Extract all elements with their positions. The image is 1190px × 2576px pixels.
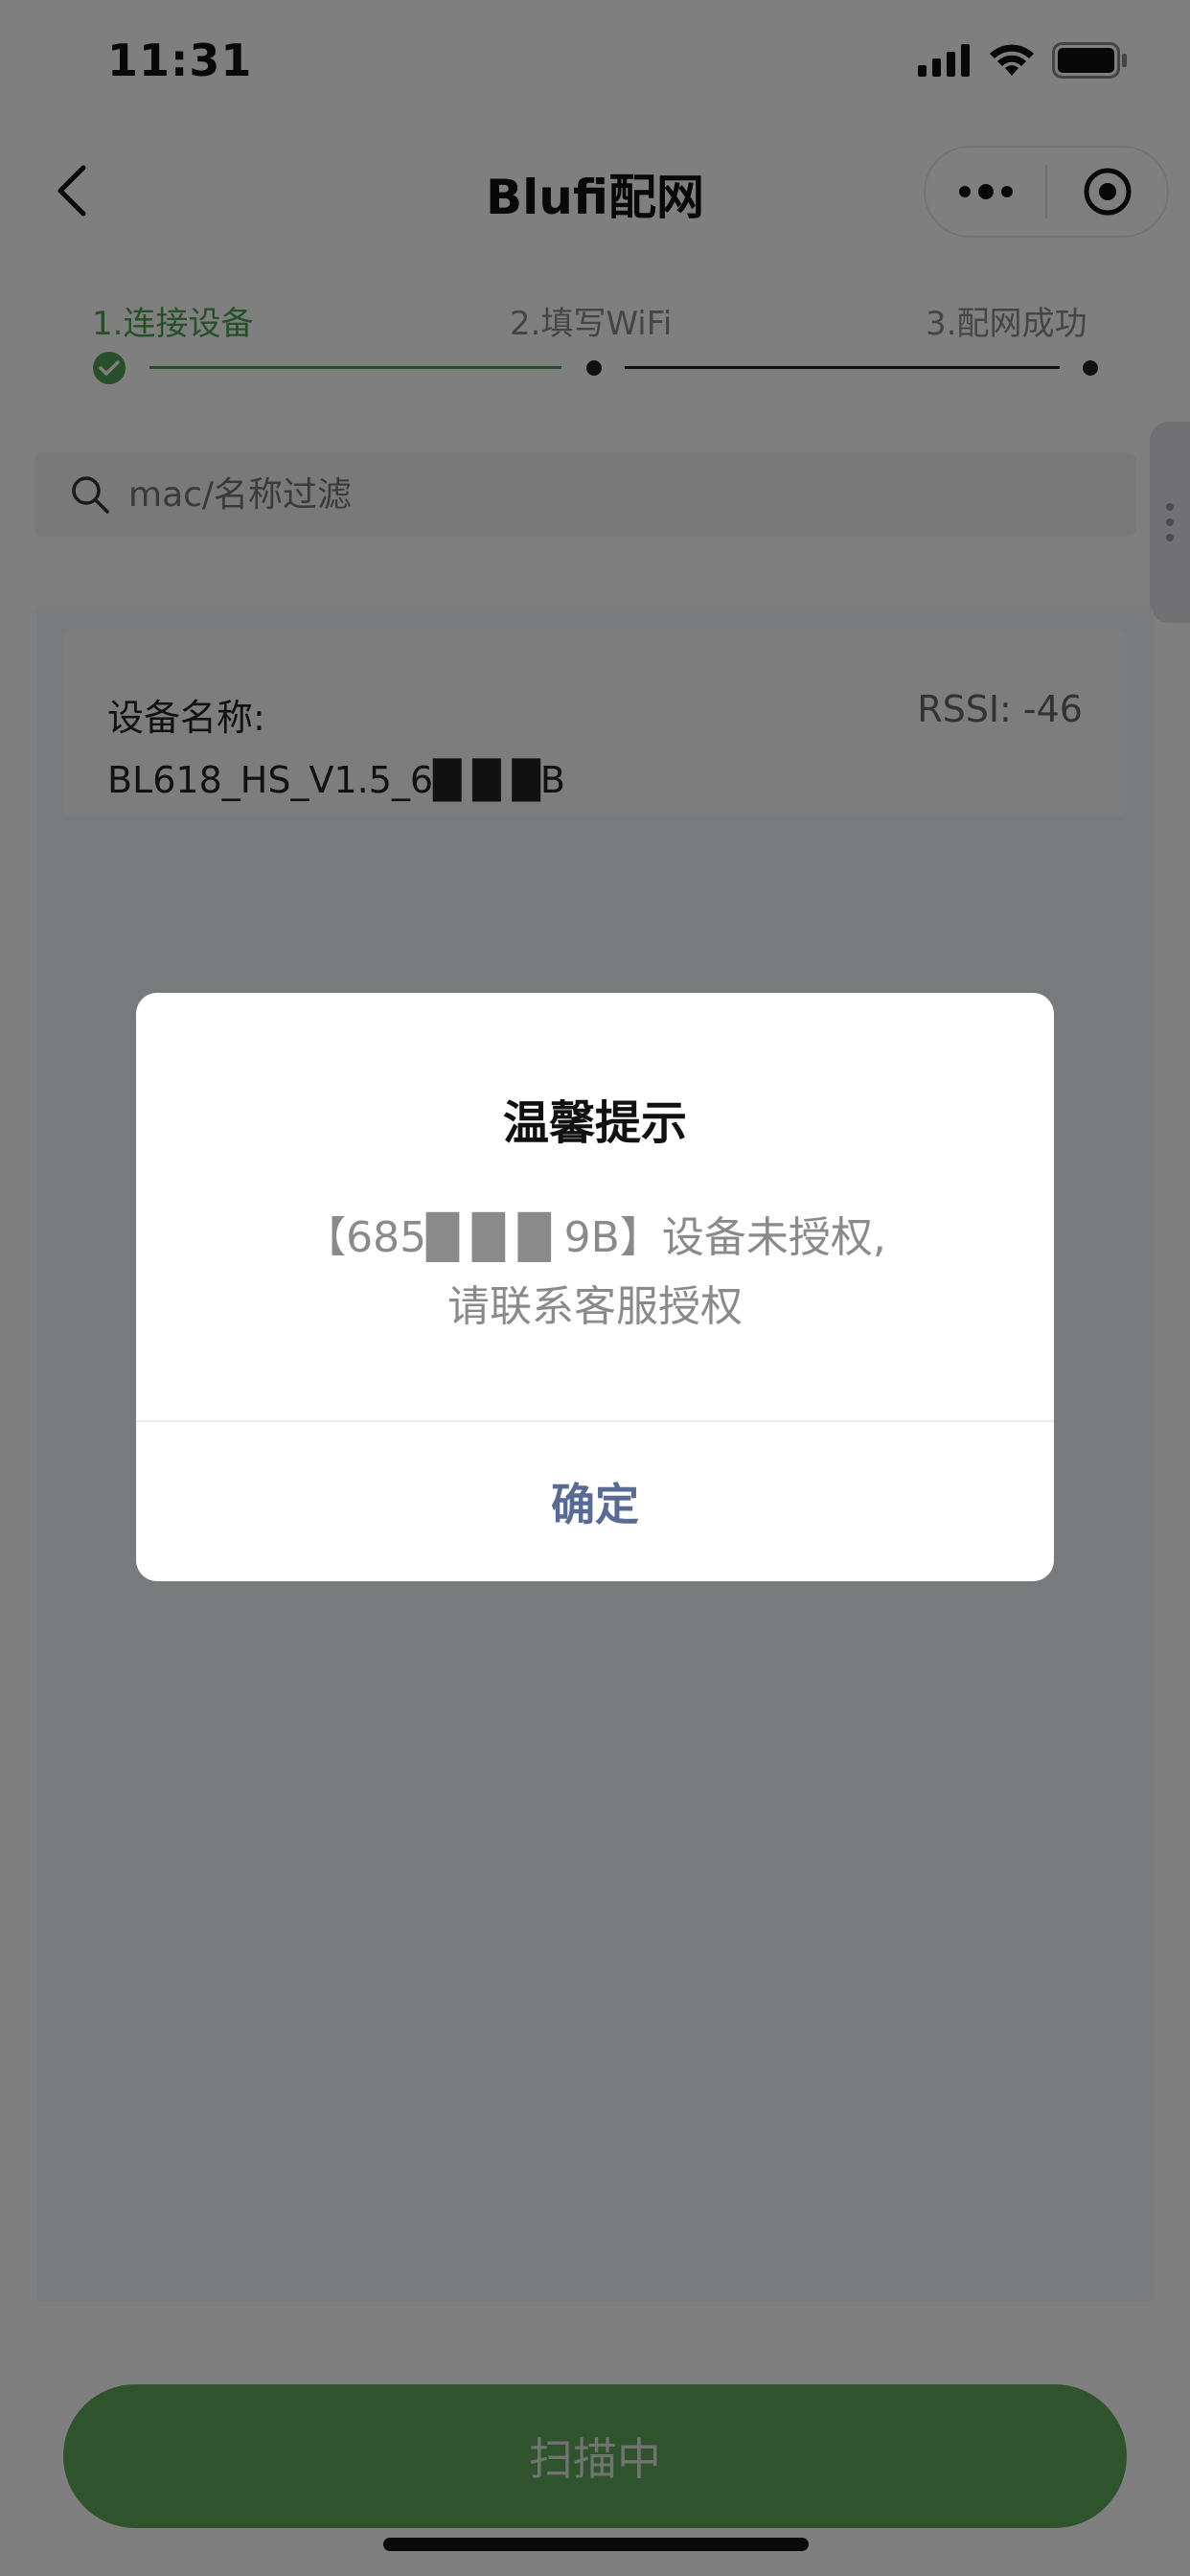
dialog-title: 温馨提示 [502, 1096, 687, 1150]
dialog-message-line-2: 请联系客服授权 [447, 1282, 743, 1331]
alert-dialog: 温馨提示 【685█ █ █ 9B】设备未授权, 请联系客服授权 确定 [136, 993, 1054, 1581]
confirm-button[interactable]: 确定 [136, 1422, 1054, 1581]
dialog-message: 【685█ █ █ 9B】设备未授权, 请联系客服授权 [194, 1204, 996, 1342]
dialog-message-line-1: 【685█ █ █ 9B】设备未授权, [304, 1213, 886, 1262]
home-indicator [383, 2538, 809, 2551]
